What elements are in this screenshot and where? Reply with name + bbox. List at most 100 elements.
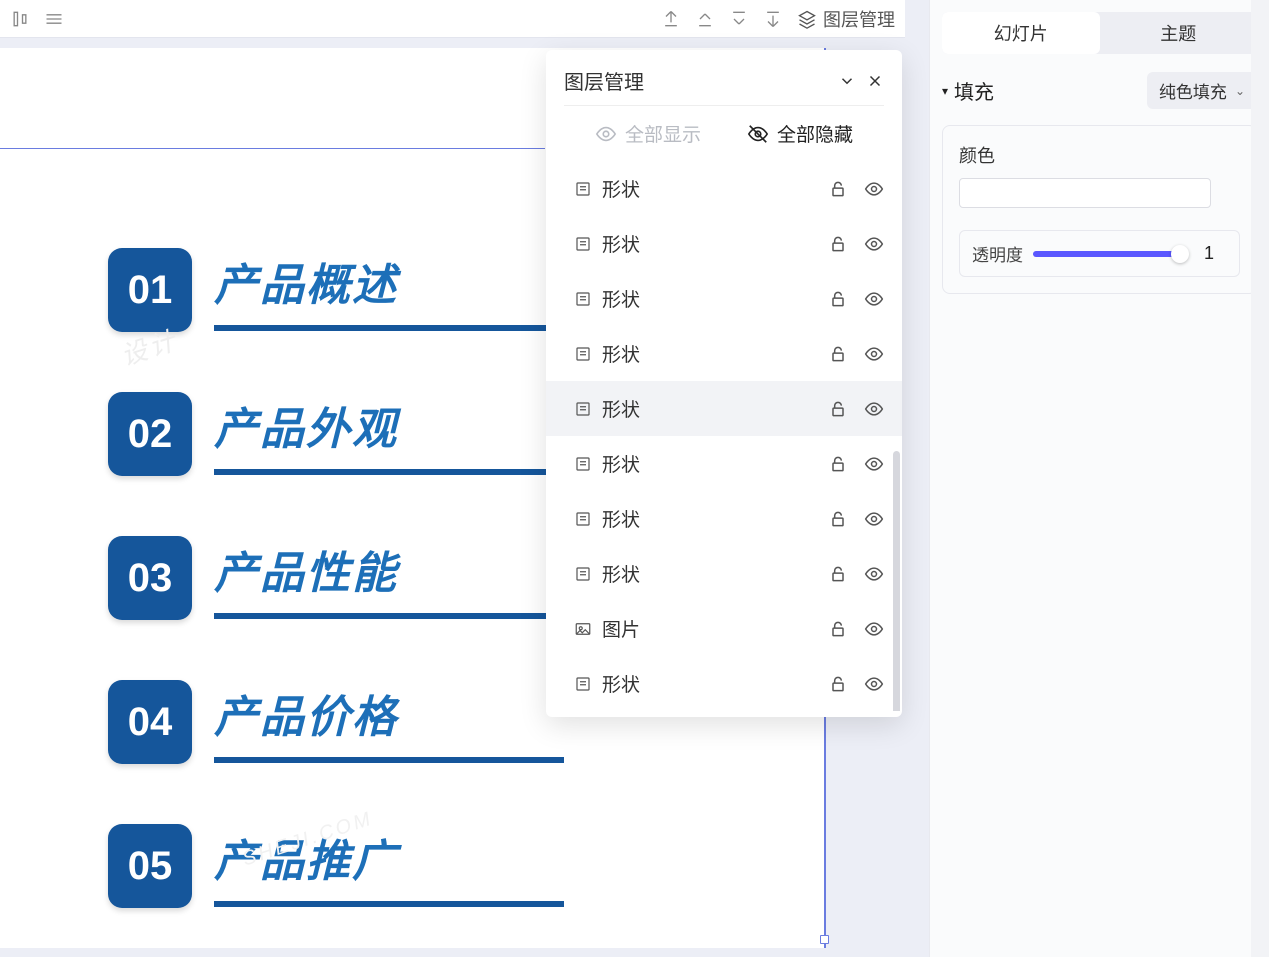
toc-title: 产品推广 bbox=[214, 825, 564, 889]
toc-underline bbox=[214, 757, 564, 763]
visibility-icon[interactable] bbox=[864, 619, 884, 639]
toc-item[interactable]: 05 产品推广 bbox=[108, 824, 564, 908]
fill-section-header[interactable]: ▾ 填充 bbox=[942, 76, 994, 105]
shape-icon bbox=[574, 235, 592, 253]
layer-label: 形状 bbox=[602, 560, 812, 587]
layer-row[interactable]: 形状 bbox=[546, 271, 902, 326]
divider bbox=[564, 105, 884, 106]
visibility-icon[interactable] bbox=[864, 509, 884, 529]
bring-up-icon[interactable] bbox=[695, 9, 715, 29]
visibility-icon[interactable] bbox=[864, 564, 884, 584]
shape-icon bbox=[574, 565, 592, 583]
visibility-icon[interactable] bbox=[864, 289, 884, 309]
opacity-label: 透明度 bbox=[972, 241, 1023, 266]
toc-number: 04 bbox=[108, 680, 192, 764]
opacity-value[interactable]: 1 bbox=[1191, 243, 1227, 264]
send-bottom-icon[interactable] bbox=[763, 9, 783, 29]
toc-underline bbox=[214, 613, 564, 619]
shape-icon bbox=[574, 400, 592, 418]
layer-label: 形状 bbox=[602, 505, 812, 532]
opacity-slider[interactable] bbox=[1033, 251, 1181, 257]
layer-list: 形状形状形状形状形状形状形状形状图片形状 bbox=[546, 161, 902, 711]
layer-label: 形状 bbox=[602, 340, 812, 367]
toc-title: 产品概述 bbox=[214, 249, 564, 313]
collapse-triangle-icon: ▾ bbox=[942, 84, 948, 98]
color-swatch[interactable] bbox=[959, 178, 1211, 208]
toc-number: 02 bbox=[108, 392, 192, 476]
visibility-icon[interactable] bbox=[864, 344, 884, 364]
toc-number: 05 bbox=[108, 824, 192, 908]
top-toolbar: 图层管理 bbox=[0, 0, 905, 38]
toc-number: 03 bbox=[108, 536, 192, 620]
shape-icon bbox=[574, 455, 592, 473]
tab-theme[interactable]: 主题 bbox=[1100, 12, 1258, 54]
toc-item[interactable]: 01产品概述 bbox=[108, 248, 564, 332]
layer-row[interactable]: 形状 bbox=[546, 381, 902, 436]
layer-label: 形状 bbox=[602, 175, 812, 202]
layer-panel: 图层管理 全部显示 全部隐藏 形状形状形状形状形状形状形状形状图片形状 bbox=[546, 50, 902, 717]
collapse-icon[interactable] bbox=[838, 72, 856, 90]
tab-slide[interactable]: 幻灯片 bbox=[942, 12, 1100, 54]
image-icon bbox=[574, 620, 592, 638]
layer-manage-button[interactable]: 图层管理 bbox=[797, 6, 895, 32]
layer-row[interactable]: 形状 bbox=[546, 656, 902, 711]
toc-underline bbox=[214, 901, 564, 907]
side-scroll-gutter bbox=[1251, 0, 1269, 957]
chevron-down-icon: ⌄ bbox=[1235, 84, 1245, 98]
bring-top-icon[interactable] bbox=[661, 9, 681, 29]
send-down-icon[interactable] bbox=[729, 9, 749, 29]
fill-type-dropdown[interactable]: 纯色填充 ⌄ bbox=[1147, 72, 1257, 109]
visibility-icon[interactable] bbox=[864, 454, 884, 474]
lock-icon[interactable] bbox=[828, 509, 848, 529]
lock-icon[interactable] bbox=[828, 399, 848, 419]
layer-row[interactable]: 形状 bbox=[546, 436, 902, 491]
selection-handle[interactable] bbox=[820, 935, 829, 944]
toc-item[interactable]: 02产品外观 bbox=[108, 392, 564, 476]
lock-icon[interactable] bbox=[828, 454, 848, 474]
show-all-label: 全部显示 bbox=[625, 120, 701, 147]
shape-icon bbox=[574, 180, 592, 198]
visibility-icon[interactable] bbox=[864, 674, 884, 694]
shape-icon bbox=[574, 675, 592, 693]
lock-icon[interactable] bbox=[828, 564, 848, 584]
scrollbar-thumb[interactable] bbox=[893, 451, 900, 711]
layer-label: 图片 bbox=[602, 615, 812, 642]
show-all-button[interactable]: 全部显示 bbox=[595, 120, 701, 147]
layer-label: 形状 bbox=[602, 450, 812, 477]
layer-row[interactable]: 形状 bbox=[546, 216, 902, 271]
fill-type-label: 纯色填充 bbox=[1159, 78, 1227, 103]
layer-label: 形状 bbox=[602, 670, 812, 697]
hide-all-label: 全部隐藏 bbox=[777, 120, 853, 147]
visibility-icon[interactable] bbox=[864, 179, 884, 199]
toc-item[interactable]: 03 产品性能 bbox=[108, 536, 564, 620]
hide-all-button[interactable]: 全部隐藏 bbox=[747, 120, 853, 147]
toc-title: 产品性能 bbox=[214, 537, 564, 601]
selection-guide bbox=[0, 148, 545, 149]
lock-icon[interactable] bbox=[828, 619, 848, 639]
visibility-icon[interactable] bbox=[864, 399, 884, 419]
lock-icon[interactable] bbox=[828, 234, 848, 254]
layer-row[interactable]: 形状 bbox=[546, 326, 902, 381]
layer-row[interactable]: 图片 bbox=[546, 601, 902, 656]
close-icon[interactable] bbox=[866, 72, 884, 90]
toc-list: 01产品概述 02产品外观 03 产品性能 04 产品价格 05 产品推广 bbox=[108, 248, 564, 908]
shape-icon bbox=[574, 345, 592, 363]
fill-box: 颜色 透明度 1 bbox=[942, 125, 1257, 294]
lock-icon[interactable] bbox=[828, 179, 848, 199]
slider-thumb[interactable] bbox=[1171, 245, 1189, 263]
side-tabs: 幻灯片 主题 bbox=[942, 12, 1257, 54]
layer-row[interactable]: 形状 bbox=[546, 546, 902, 601]
lock-icon[interactable] bbox=[828, 674, 848, 694]
lock-icon[interactable] bbox=[828, 289, 848, 309]
layer-label: 形状 bbox=[602, 395, 812, 422]
opacity-control: 透明度 1 bbox=[959, 230, 1240, 277]
align-vert-icon[interactable] bbox=[10, 9, 30, 29]
toc-item[interactable]: 04 产品价格 bbox=[108, 680, 564, 764]
layer-row[interactable]: 形状 bbox=[546, 491, 902, 546]
toc-title: 产品价格 bbox=[214, 681, 564, 745]
fill-section-title: 填充 bbox=[954, 76, 994, 105]
visibility-icon[interactable] bbox=[864, 234, 884, 254]
align-horiz-icon[interactable] bbox=[44, 9, 64, 29]
layer-row[interactable]: 形状 bbox=[546, 161, 902, 216]
lock-icon[interactable] bbox=[828, 344, 848, 364]
